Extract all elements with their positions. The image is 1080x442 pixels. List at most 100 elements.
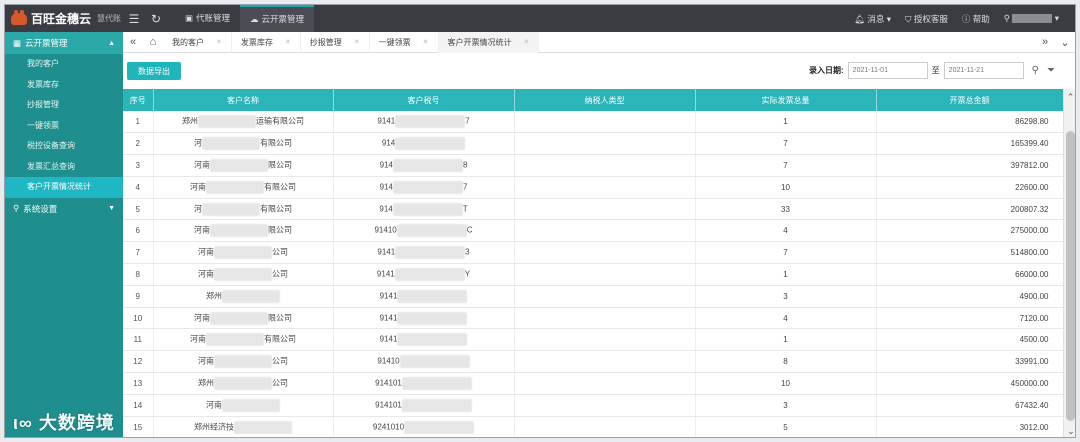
cell-total-amount: 165399.40 (876, 132, 1063, 156)
header-invoice-count[interactable]: 实际发票总量 (695, 89, 877, 111)
cell-invoice-count: 7 (695, 154, 877, 177)
sidebar-item-report-management[interactable]: 抄报管理 (5, 95, 123, 116)
menu-toggle-icon[interactable]: ☰ (123, 12, 145, 26)
tax-id-prefix: 914 (379, 182, 393, 192)
refresh-icon[interactable]: ↻ (145, 12, 167, 26)
chevron-up-icon: ▲ (108, 39, 115, 47)
home-icon[interactable]: ⌂ (143, 36, 163, 48)
tab-report-management[interactable]: 抄报管理 ✕ (301, 31, 370, 53)
cell-tax-id: 9141 3 (333, 241, 515, 265)
tax-id-suffix: Y (464, 269, 471, 279)
shield-icon: ⛉ (905, 13, 912, 24)
sidebar-item-my-customers[interactable]: 我的客户 (5, 54, 123, 75)
cell-total-amount: 66000.00 (876, 263, 1063, 286)
cell-tax-id: 9141 (333, 285, 515, 308)
auth-label: 授权客服 (913, 13, 948, 24)
cell-seq: 8 (123, 263, 154, 286)
redacted-block (210, 224, 268, 238)
table-row[interactable]: 5 河 有限公司 914 T 33 200807.32 (123, 198, 1063, 221)
cell-tax-id: 9141 Y (333, 263, 515, 286)
nav-item-agency[interactable]: ▣ 代账管理 (175, 5, 240, 32)
tab-one-click-receive[interactable]: 一键领票 ✕ (370, 31, 439, 53)
cell-total-amount: 86298.80 (876, 111, 1063, 134)
chevron-down-icon[interactable]: ⌄ (1055, 36, 1075, 49)
table-row[interactable]: 6 河南 限公司 91410 C 4 275000.00 (123, 219, 1063, 243)
cell-taxpayer-type (514, 176, 696, 199)
table-row[interactable]: 11 河南 有限公司 9141 1 4500.00 (123, 328, 1063, 352)
nav-label: 代账管理 (196, 13, 231, 23)
cell-customer-name: 河南 限公司 (153, 307, 334, 330)
table-row[interactable]: 2 河 有限公司 914 7 165399.40 (123, 132, 1063, 156)
sidebar-group-settings[interactable]: ⚲ 系统设置 ▼ (5, 198, 123, 220)
date-to-input[interactable] (943, 62, 1024, 79)
nav-item-cloud-invoice[interactable]: ☁ 云开票管理 (240, 5, 315, 32)
tab-customer-invoice-stats[interactable]: 客户开票情况统计 ✕ (438, 31, 540, 53)
grid-icon: ▦ (13, 37, 22, 48)
auth-service-link[interactable]: ⛉ 授权客服 (905, 13, 948, 25)
table-row[interactable]: 1 郑州 运输有限公司 9141 7 1 86298.80 (123, 111, 1063, 134)
user-menu[interactable]: ⚲ ▾ (1004, 13, 1059, 24)
table-row[interactable]: 3 河南 限公司 914 8 7 397812.00 (123, 154, 1063, 177)
cell-taxpayer-type (514, 285, 696, 308)
sidebar-item-invoice-summary[interactable]: 发票汇总查询 (5, 157, 123, 178)
tab-label: 一键领票 (378, 37, 411, 47)
cell-seq: 14 (123, 394, 154, 417)
tax-id-prefix: 9141 (379, 313, 398, 323)
customer-name-prefix: 河 (194, 138, 202, 148)
sidebar-group-cloud-invoice[interactable]: ▦ 云开票管理 ▲ (5, 32, 123, 54)
cell-invoice-count: 10 (695, 372, 877, 395)
table-row[interactable]: 4 河南 有限公司 914 7 10 22600.00 (123, 176, 1063, 199)
date-from-input[interactable] (847, 62, 928, 79)
cell-total-amount: 22600.00 (876, 176, 1063, 199)
close-icon[interactable]: ✕ (354, 32, 360, 53)
table-row[interactable]: 13 郑州 公司 914101 10 450000.00 (123, 372, 1063, 395)
messages-menu[interactable]: 🔔︎ 消息 ▾ (854, 13, 891, 25)
cell-taxpayer-type (514, 328, 696, 352)
scroll-up-icon[interactable]: ⌃ (1064, 89, 1075, 105)
search-icon[interactable]: ⚲ (1032, 65, 1039, 76)
table-row[interactable]: 15 郑州经济技 9241010 5 3012.00 (123, 416, 1063, 437)
tabs-scroll-left-icon[interactable]: « (123, 36, 143, 48)
table-row[interactable]: 12 河南 公司 91410 8 33991.00 (123, 350, 1063, 374)
header-seq[interactable]: 序号 (123, 89, 154, 111)
header-total-amount[interactable]: 开票总金额 (876, 89, 1063, 111)
filter-label: 录入日期: (809, 66, 844, 75)
top-bar: 百旺金穗云 慧代账 ☰ ↻ ▣ 代账管理 ☁ 云开票管理 🔔︎ 消息 ▾ ⛉ 授… (5, 5, 1075, 32)
header-customer-name[interactable]: 客户名称 (153, 89, 334, 111)
tax-id-prefix: 9141 (379, 334, 398, 344)
close-icon[interactable]: ✕ (285, 32, 291, 53)
filter-icon[interactable]: ⏷ (1047, 65, 1055, 76)
scrollbar-thumb[interactable] (1066, 131, 1075, 421)
table-row[interactable]: 7 河南 公司 9141 3 7 514800.00 (123, 241, 1063, 265)
close-icon[interactable]: ✕ (524, 32, 530, 53)
table-row[interactable]: 8 河南 公司 9141 Y 1 66000.00 (123, 263, 1063, 286)
cell-taxpayer-type (514, 307, 696, 330)
header-tax-id[interactable]: 客户税号 (333, 89, 515, 111)
to-label: 至 (931, 66, 940, 75)
table-row[interactable]: 9 郑州 9141 3 4900.00 (123, 285, 1063, 308)
tabs-scroll-right-icon[interactable]: » (1035, 36, 1055, 49)
sidebar-item-tax-device-query[interactable]: 税控设备查询 (5, 136, 123, 157)
close-icon[interactable]: ✕ (423, 32, 429, 53)
tab-label: 发票库存 (240, 37, 273, 47)
header-taxpayer-type[interactable]: 纳税人类型 (514, 89, 696, 111)
sidebar-item-one-click-receive[interactable]: 一键领票 (5, 116, 123, 137)
tab-my-customers[interactable]: 我的客户 ✕ (163, 31, 232, 53)
table-row[interactable]: 10 河南 限公司 9141 4 7120.00 (123, 307, 1063, 330)
close-icon[interactable]: ✕ (216, 32, 222, 53)
vertical-scrollbar[interactable]: ⌃ ⌄ (1063, 89, 1075, 437)
cell-customer-name: 河南 限公司 (153, 154, 334, 177)
brand-logo-icon (11, 9, 27, 25)
help-link[interactable]: ⓘ 帮助 (962, 13, 990, 25)
table-row[interactable]: 14 河南 914101 3 67432.40 (123, 394, 1063, 417)
export-button[interactable]: 数据导出 (127, 62, 181, 80)
cell-invoice-count: 1 (695, 263, 877, 286)
cloud-icon: ☁ (250, 14, 259, 24)
sidebar-item-invoice-stock[interactable]: 发票库存 (5, 75, 123, 96)
scroll-down-icon[interactable]: ⌄ (1064, 423, 1075, 437)
sidebar: ▦ 云开票管理 ▲ 我的客户 发票库存 抄报管理 一键领票 税控设备查询 发票汇… (5, 32, 123, 437)
redacted-block (397, 311, 468, 325)
tab-invoice-stock[interactable]: 发票库存 ✕ (232, 31, 301, 53)
cell-customer-name: 河南 限公司 (153, 219, 334, 243)
sidebar-item-customer-invoice-stats[interactable]: 客户开票情况统计 (5, 177, 123, 198)
